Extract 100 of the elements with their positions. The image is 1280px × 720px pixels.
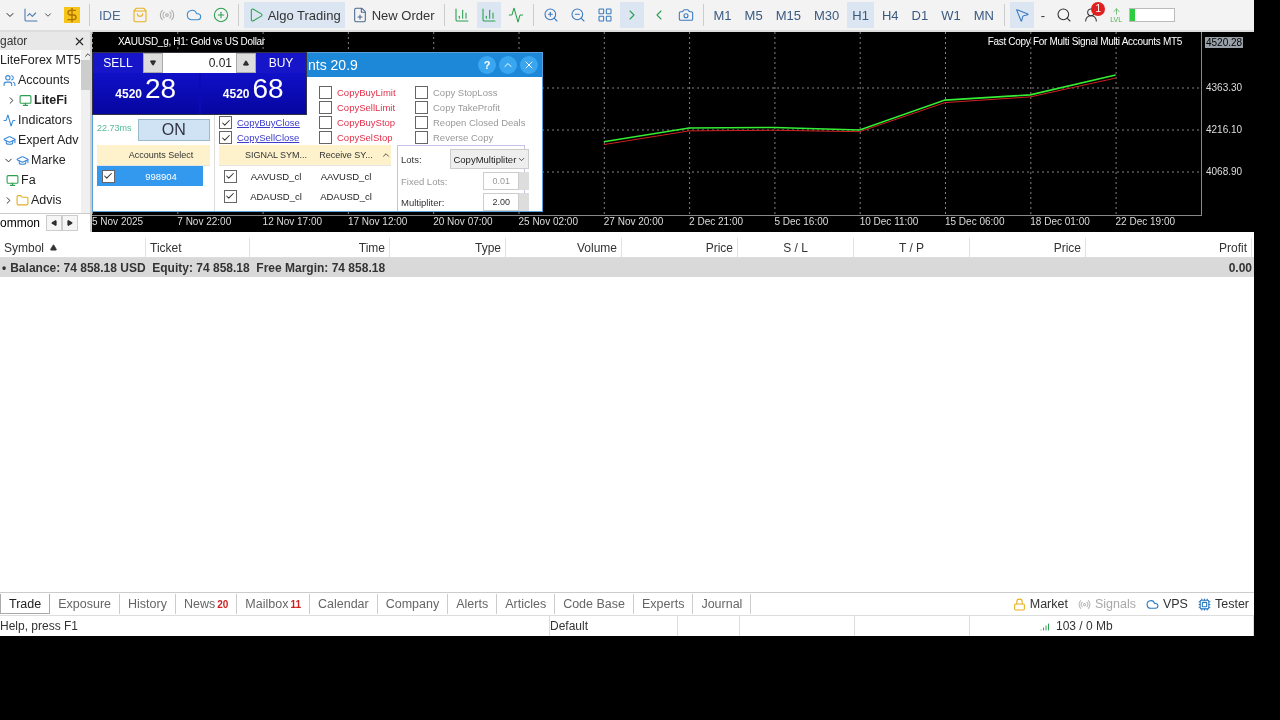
cursor-button[interactable] xyxy=(1009,2,1034,28)
timeframe-button[interactable]: D1 xyxy=(906,2,934,28)
timeframe-button[interactable]: M5 xyxy=(739,2,768,28)
panel-tab[interactable]: Calendar xyxy=(309,594,378,614)
panel-tab[interactable]: Exposure xyxy=(50,594,120,614)
scroll-thumb[interactable] xyxy=(80,60,90,90)
symbol-checkbox[interactable] xyxy=(223,189,237,203)
option-checkbox[interactable] xyxy=(415,86,428,99)
panel-tab[interactable]: Experts xyxy=(634,594,694,614)
navigator-item[interactable]: LiteForex MT5 xyxy=(0,53,81,67)
column-header[interactable]: Price xyxy=(970,238,1086,257)
service-button[interactable]: Tester xyxy=(1192,597,1254,611)
navigator-item[interactable]: Accounts xyxy=(18,73,70,87)
option-link[interactable]: CopyBuyClose xyxy=(237,117,300,128)
lot-decrease-button[interactable] xyxy=(143,53,163,73)
monitor-icon xyxy=(19,93,32,107)
caret-icon xyxy=(43,10,53,20)
triangle-down-icon xyxy=(150,60,156,66)
column-header[interactable]: Ticket xyxy=(146,238,250,257)
close-icon xyxy=(523,59,535,71)
balance-text: Balance: 74 858.18 USD Equity: 74 858.18 Free Margin: 74 858.18 xyxy=(10,260,386,275)
option-checkbox[interactable] xyxy=(319,101,332,114)
column-header[interactable]: Price xyxy=(622,238,738,257)
timeframe-button[interactable]: M30 xyxy=(808,2,845,28)
option-checkbox[interactable] xyxy=(319,116,332,129)
column-header[interactable]: Time xyxy=(250,238,390,257)
power-button[interactable]: ON xyxy=(137,119,210,141)
timeframe-button[interactable]: H4 xyxy=(876,2,904,28)
navigator-item[interactable]: Marke xyxy=(31,153,66,167)
option-label: CopySellLimit xyxy=(337,102,396,113)
bars-icon xyxy=(480,7,497,23)
ide-button[interactable]: IDE xyxy=(95,2,125,28)
buy-price[interactable]: 4520 68 xyxy=(200,73,306,114)
panel-tab[interactable]: Code Base xyxy=(555,594,634,614)
panel-tab[interactable]: Articles xyxy=(497,594,556,614)
option-checkbox[interactable] xyxy=(415,101,428,114)
navigator-title: gator xyxy=(0,34,28,48)
timeframe-button[interactable]: MN xyxy=(968,2,999,28)
sell-button[interactable]: SELL xyxy=(93,53,143,73)
time-label: 5 Nov 2025 xyxy=(92,216,145,229)
option-checkbox[interactable] xyxy=(319,86,332,99)
option-checkbox[interactable] xyxy=(415,116,428,129)
scroll-up-icon xyxy=(381,150,391,160)
column-header[interactable]: S / L xyxy=(738,238,854,257)
option-checkbox[interactable] xyxy=(319,131,332,144)
panel-tab[interactable]: Journal xyxy=(693,594,752,614)
column-header[interactable]: Profit xyxy=(1086,238,1252,257)
panel-tab[interactable]: Alerts xyxy=(448,594,498,614)
price-label: 4363.30 xyxy=(1205,82,1244,93)
timeframe-button[interactable]: H1 xyxy=(847,2,874,28)
dash-button[interactable]: - xyxy=(1036,2,1050,28)
status-traffic: 103 / 0 Mb xyxy=(970,616,1254,636)
price-label: 4216.10 xyxy=(1205,124,1244,135)
panel-tab[interactable]: History xyxy=(120,594,176,614)
symbol-checkbox[interactable] xyxy=(223,169,237,183)
timeframe-button[interactable]: M1 xyxy=(708,2,737,28)
lot-field[interactable]: 0.01 xyxy=(163,53,236,73)
algo-trading-button[interactable]: Algo Trading xyxy=(243,2,345,28)
buy-button[interactable]: BUY xyxy=(256,53,306,73)
lot-increase-button[interactable] xyxy=(236,53,256,73)
chart-title: XAUUSD_g, H1: Gold vs US Dollar xyxy=(118,36,265,47)
option-checkbox[interactable] xyxy=(219,131,232,144)
new-order-button[interactable]: New Order xyxy=(347,2,439,28)
column-header[interactable]: Symbol xyxy=(0,238,146,257)
navigator-item[interactable]: LiteFi xyxy=(34,93,68,107)
shopping-bag-icon xyxy=(131,7,148,23)
timeframe-button[interactable]: W1 xyxy=(936,2,966,28)
navigator-item[interactable]: Advis xyxy=(31,193,62,207)
time-label: 5 Dec 16:00 xyxy=(774,216,830,229)
column-header[interactable]: Type xyxy=(390,238,506,257)
close-button[interactable] xyxy=(520,56,538,74)
time-label: 7 Nov 22:00 xyxy=(177,216,233,229)
cloud-icon xyxy=(185,7,202,23)
navigator-item[interactable]: Fa xyxy=(21,173,36,187)
camera-icon xyxy=(677,7,694,23)
option-checkbox[interactable] xyxy=(219,116,232,129)
minimize-button[interactable] xyxy=(499,56,517,74)
column-header: Receive SY... xyxy=(318,149,374,162)
panel-tab[interactable]: Company xyxy=(377,594,449,614)
navigator-item[interactable]: Expert Adv xyxy=(18,133,79,147)
column-header[interactable]: Volume xyxy=(506,238,622,257)
scroll-right-button[interactable] xyxy=(62,215,78,231)
column-header[interactable]: T / P xyxy=(854,238,970,257)
service-button[interactable]: VPS xyxy=(1140,597,1193,611)
scroll-left-button[interactable] xyxy=(46,215,62,231)
option-link[interactable]: CopySellClose xyxy=(237,132,300,143)
service-button[interactable]: Market xyxy=(1007,597,1073,611)
option-label: Copy StopLoss xyxy=(433,87,498,98)
panel-tab[interactable]: News 20 xyxy=(175,594,238,614)
option-checkbox[interactable] xyxy=(415,131,428,144)
column-header: Accounts Select xyxy=(127,149,195,162)
timeframe-button[interactable]: M15 xyxy=(770,2,806,28)
lots-dropdown[interactable]: CopyMultipliter xyxy=(450,149,530,169)
account-checkbox[interactable] xyxy=(101,169,115,183)
sell-price[interactable]: 4520 28 xyxy=(93,73,199,114)
panel-tab[interactable]: Mailbox 11 xyxy=(237,594,310,614)
navigator-item[interactable]: Indicators xyxy=(18,113,73,127)
account-button[interactable]: 1 xyxy=(1079,2,1104,28)
panel-tab[interactable]: Trade xyxy=(0,594,51,614)
time-label: 15 Dec 06:00 xyxy=(944,216,1006,229)
